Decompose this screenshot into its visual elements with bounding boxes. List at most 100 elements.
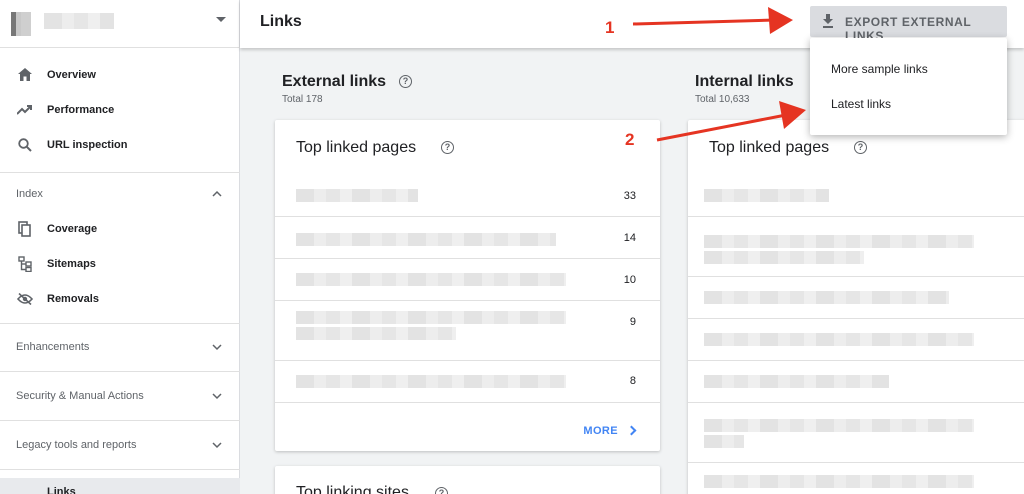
table-row[interactable] [688, 463, 1024, 494]
card-title: Top linking sites [296, 484, 409, 494]
redacted-url [296, 375, 566, 388]
link-count: 10 [623, 274, 636, 286]
redacted-url [704, 251, 864, 264]
property-name-redacted [44, 13, 114, 29]
redacted-url [296, 189, 418, 202]
download-icon [823, 14, 833, 28]
sidebar-section-enhancements[interactable]: Enhancements [0, 327, 240, 367]
divider [0, 371, 240, 372]
property-favicon [11, 12, 21, 36]
link-count: 33 [623, 190, 636, 202]
annotation-number-1: 1 [605, 18, 615, 37]
sidebar-item-label: Performance [47, 103, 115, 116]
property-favicon-part [21, 12, 31, 36]
table-row[interactable] [688, 217, 1024, 277]
section-label: Security & Manual Actions [16, 390, 144, 402]
more-button[interactable]: MORE [583, 425, 637, 437]
table-row[interactable] [688, 403, 1024, 463]
help-icon[interactable]: ? [441, 141, 454, 154]
top-linking-sites-card: Top linking sites ? [275, 466, 660, 494]
chevron-down-icon [212, 442, 222, 449]
external-links-title: External links [282, 73, 387, 90]
sidebar-item-overview[interactable]: Overview [0, 57, 240, 92]
sidebar-item-url-inspection[interactable]: URL inspection [0, 127, 240, 162]
sidebar-item-label: URL inspection [47, 138, 128, 151]
sidebar-item-coverage[interactable]: Coverage [0, 211, 240, 246]
table-row[interactable]: 8 [275, 361, 660, 403]
divider [0, 420, 240, 421]
divider [0, 469, 240, 470]
help-icon[interactable]: ? [399, 75, 412, 88]
menu-item-latest-links[interactable]: Latest links [831, 97, 891, 111]
page-title: Links [260, 13, 302, 30]
export-menu: More sample links Latest links [810, 38, 1007, 135]
sidebar-item-sitemaps[interactable]: Sitemaps [0, 246, 240, 281]
chevron-down-icon [212, 344, 222, 351]
export-external-links-button[interactable]: EXPORT EXTERNAL LINKS [810, 6, 1007, 43]
table-row[interactable]: 14 [275, 217, 660, 259]
eye-off-icon [17, 291, 33, 307]
redacted-url [704, 375, 889, 388]
redacted-url [704, 435, 744, 448]
link-count: 9 [629, 316, 636, 328]
sidebar-item-removals[interactable]: Removals [0, 281, 240, 316]
redacted-url [296, 233, 556, 246]
table-row[interactable] [688, 361, 1024, 403]
home-icon [17, 67, 33, 83]
redacted-url [296, 327, 456, 340]
card-title: Top linked pages [709, 139, 830, 156]
section-label: Index [16, 188, 43, 200]
table-row[interactable] [688, 319, 1024, 361]
redacted-url [704, 333, 974, 346]
link-count: 8 [629, 375, 636, 387]
sidebar-item-label: Overview [47, 68, 96, 81]
sidebar-item-label: Removals [47, 292, 99, 305]
trending-up-icon [17, 102, 33, 118]
menu-item-more-sample-links[interactable]: More sample links [831, 62, 928, 76]
divider [0, 172, 240, 173]
top-linked-pages-card: Top linked pages ? 33 14 10 9 8 MORE [275, 120, 660, 451]
dropdown-caret-icon [216, 17, 226, 22]
chevron-right-icon [626, 425, 637, 436]
property-selector[interactable] [0, 0, 240, 46]
sidebar-section-security[interactable]: Security & Manual Actions [0, 376, 240, 416]
sidebar-section-legacy[interactable]: Legacy tools and reports [0, 425, 240, 465]
help-icon[interactable]: ? [854, 141, 867, 154]
external-links-total: Total 178 [282, 94, 323, 105]
redacted-url [704, 475, 974, 488]
table-row[interactable]: 9 [275, 301, 660, 361]
annotation-number-2: 2 [625, 130, 635, 149]
sitemap-icon [17, 255, 33, 272]
table-row[interactable]: 10 [275, 259, 660, 301]
redacted-url [296, 311, 566, 324]
link-count: 14 [623, 232, 636, 244]
redacted-url [296, 273, 566, 286]
redacted-url [704, 235, 974, 248]
divider [0, 47, 240, 48]
search-icon [17, 137, 33, 153]
redacted-url [704, 419, 974, 432]
more-label: MORE [583, 425, 618, 437]
table-row[interactable] [688, 277, 1024, 319]
section-label: Legacy tools and reports [16, 439, 137, 451]
help-icon[interactable]: ? [435, 487, 448, 494]
table-row[interactable]: 33 [275, 175, 660, 217]
redacted-url [704, 291, 949, 304]
chevron-up-icon [212, 190, 222, 197]
divider [0, 323, 240, 324]
sidebar-item-label: Links [47, 486, 76, 494]
coverage-icon [17, 220, 33, 237]
redacted-url [704, 189, 829, 202]
internal-top-linked-pages-card: Top linked pages ? [688, 120, 1024, 494]
sidebar-item-label: Coverage [47, 222, 98, 235]
card-title: Top linked pages [296, 139, 417, 156]
section-label: Enhancements [16, 341, 90, 353]
table-row[interactable] [688, 175, 1024, 217]
sidebar-item-links[interactable]: Links [0, 478, 240, 494]
sidebar-section-index[interactable]: Index [0, 174, 240, 214]
sidebar: Overview Performance URL inspection Inde… [0, 0, 240, 494]
chevron-down-icon [212, 393, 222, 400]
internal-links-total: Total 10,633 [695, 94, 750, 105]
sidebar-item-performance[interactable]: Performance [0, 92, 240, 127]
sidebar-item-label: Sitemaps [47, 257, 96, 270]
